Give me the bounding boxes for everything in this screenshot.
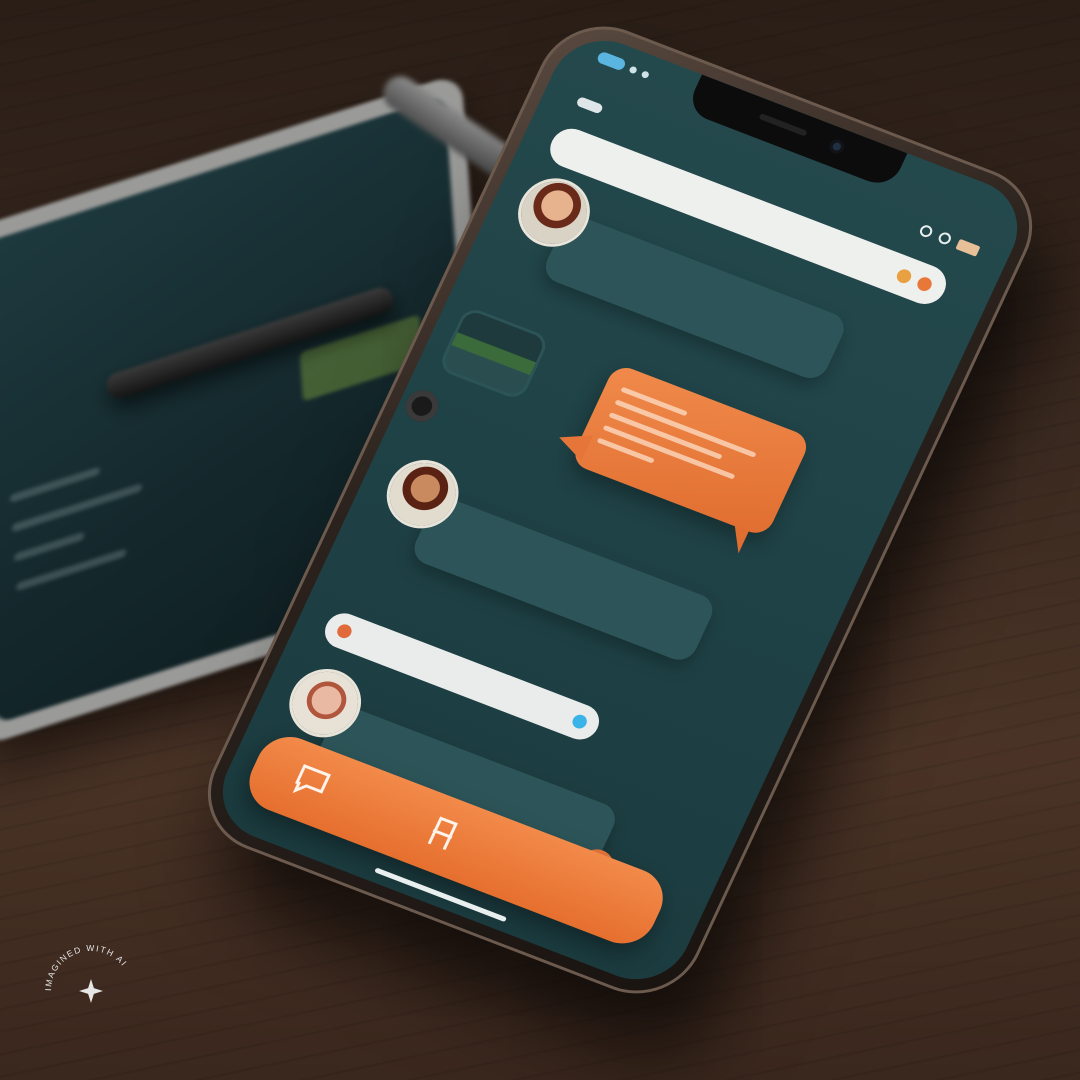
profile-icon[interactable] — [915, 275, 935, 294]
send-icon[interactable] — [570, 712, 590, 731]
speaker — [758, 113, 808, 137]
status-dot-icon — [640, 69, 651, 79]
incoming-message-bubble — [569, 362, 813, 538]
mic-icon[interactable] — [894, 267, 914, 286]
watermark: IMAGINED WITH AI — [40, 940, 142, 1042]
status-circle-icon — [917, 223, 935, 239]
svg-text:IMAGINED WITH AI: IMAGINED WITH AI — [43, 943, 130, 991]
attach-icon[interactable] — [334, 622, 354, 641]
chair-icon[interactable] — [412, 809, 470, 867]
battery-icon — [955, 238, 981, 257]
status-circle-icon — [936, 230, 953, 246]
status-bar-left — [595, 50, 651, 81]
menu-icon[interactable] — [575, 96, 604, 115]
front-camera — [827, 137, 847, 156]
status-dot-icon — [628, 65, 639, 74]
status-bar-right — [917, 223, 981, 257]
composer-input[interactable] — [358, 637, 573, 719]
watermark-text: IMAGINED WITH AI — [43, 943, 128, 991]
chat-icon[interactable] — [281, 758, 339, 816]
status-pill-icon — [595, 50, 628, 72]
camera-icon[interactable] — [400, 385, 444, 427]
conversation-card[interactable] — [408, 493, 719, 665]
image-message[interactable] — [436, 305, 551, 402]
